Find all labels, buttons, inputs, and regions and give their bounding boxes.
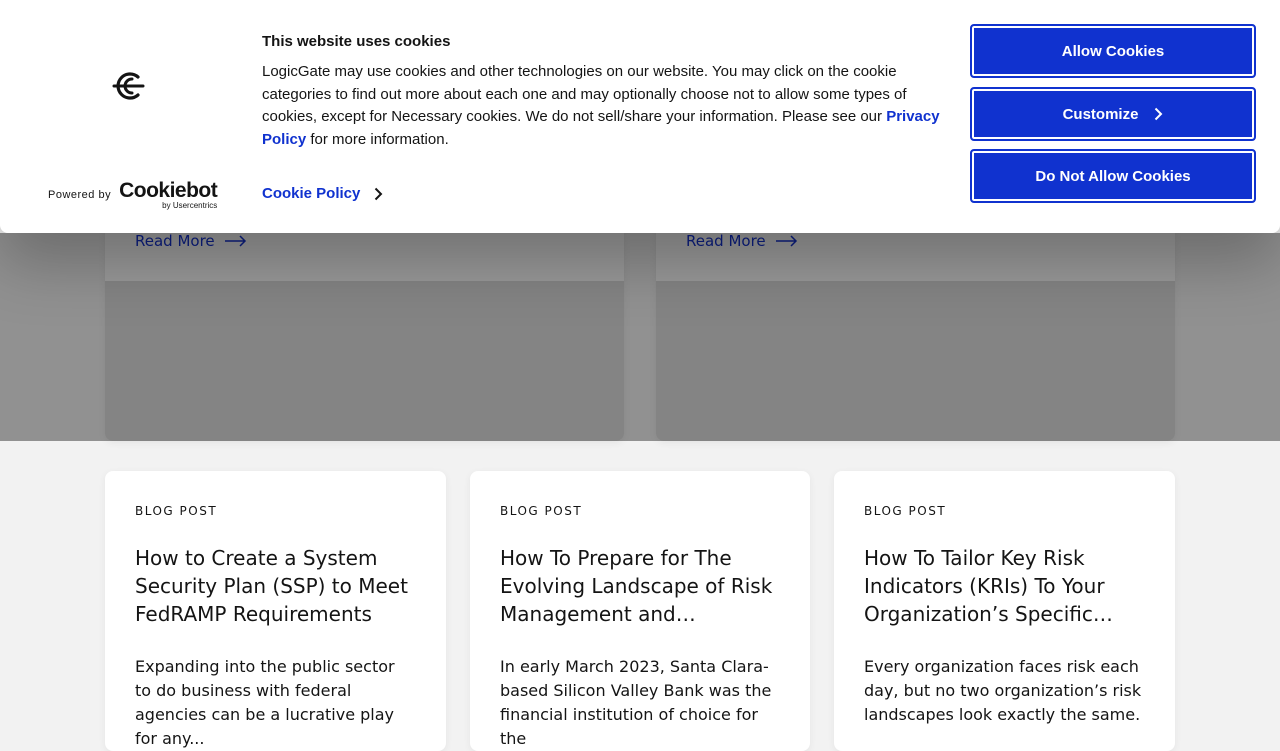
customize-button[interactable]: Customize — [970, 87, 1256, 141]
post-type-label: BLOG POST — [135, 504, 218, 518]
post-excerpt: In early March 2023, Santa Clara-based S… — [500, 657, 772, 748]
arrow-right-icon — [224, 235, 246, 247]
blog-post-card[interactable]: BLOG POST How To Prepare for The Evolvin… — [470, 471, 810, 751]
logicgate-logo-icon — [112, 72, 145, 100]
chevron-right-icon — [1155, 107, 1163, 121]
post-type-label: BLOG POST — [864, 504, 947, 518]
allow-cookies-label: Allow Cookies — [1061, 42, 1165, 60]
banner-text-outro: for more information. — [306, 131, 449, 149]
read-more-label: Read More — [686, 232, 766, 250]
post-title-link[interactable]: How To Prepare for The Evolving Landscap… — [500, 544, 790, 628]
blog-post-card[interactable]: BLOG POST How to Create a System Securit… — [105, 471, 446, 751]
featured-post-image — [656, 281, 1175, 441]
post-excerpt: Every organization faces risk each day, … — [864, 657, 1142, 724]
read-more-link[interactable]: Read More — [686, 232, 798, 250]
do-not-allow-cookies-button[interactable]: Do Not Allow Cookies — [970, 149, 1256, 203]
featured-post-image — [105, 281, 624, 441]
banner-description: LogicGate may use cookies and other tech… — [262, 61, 952, 152]
read-more-label: Read More — [135, 232, 215, 250]
cookiebot-logo: Cookiebot by Usercentrics — [119, 179, 218, 210]
cookie-policy-link[interactable]: Cookie Policy — [262, 185, 383, 202]
powered-by-label: Powered by — [48, 189, 112, 201]
post-excerpt: Expanding into the public sector to do b… — [135, 657, 395, 748]
allow-cookies-button[interactable]: Allow Cookies — [970, 24, 1256, 78]
blog-post-card[interactable]: BLOG POST How To Tailor Key Risk Indicat… — [834, 471, 1175, 751]
banner-title: This website uses cookies — [262, 33, 451, 50]
cookie-policy-label: Cookie Policy — [262, 185, 361, 202]
banner-text-intro: LogicGate may use cookies and other tech… — [262, 63, 907, 126]
arrow-right-icon — [775, 235, 797, 247]
read-more-link[interactable]: Read More — [135, 232, 247, 250]
do-not-allow-cookies-label: Do Not Allow Cookies — [1035, 167, 1191, 185]
cookie-consent-banner: Powered by Cookiebot by Usercentrics Thi… — [0, 0, 1280, 233]
post-title-link[interactable]: How to Create a System Security Plan (SS… — [135, 544, 425, 628]
cookiebot-subtitle: by Usercentrics — [162, 201, 218, 210]
post-title-link[interactable]: How To Tailor Key Risk Indicators (KRIs)… — [864, 544, 1154, 628]
customize-label: Customize — [1062, 105, 1139, 123]
post-type-label: BLOG POST — [500, 504, 583, 518]
chevron-right-icon — [375, 187, 383, 200]
cookiebot-name: Cookiebot — [119, 179, 218, 202]
powered-by-cookiebot[interactable]: Powered by Cookiebot by Usercentrics — [48, 179, 218, 210]
